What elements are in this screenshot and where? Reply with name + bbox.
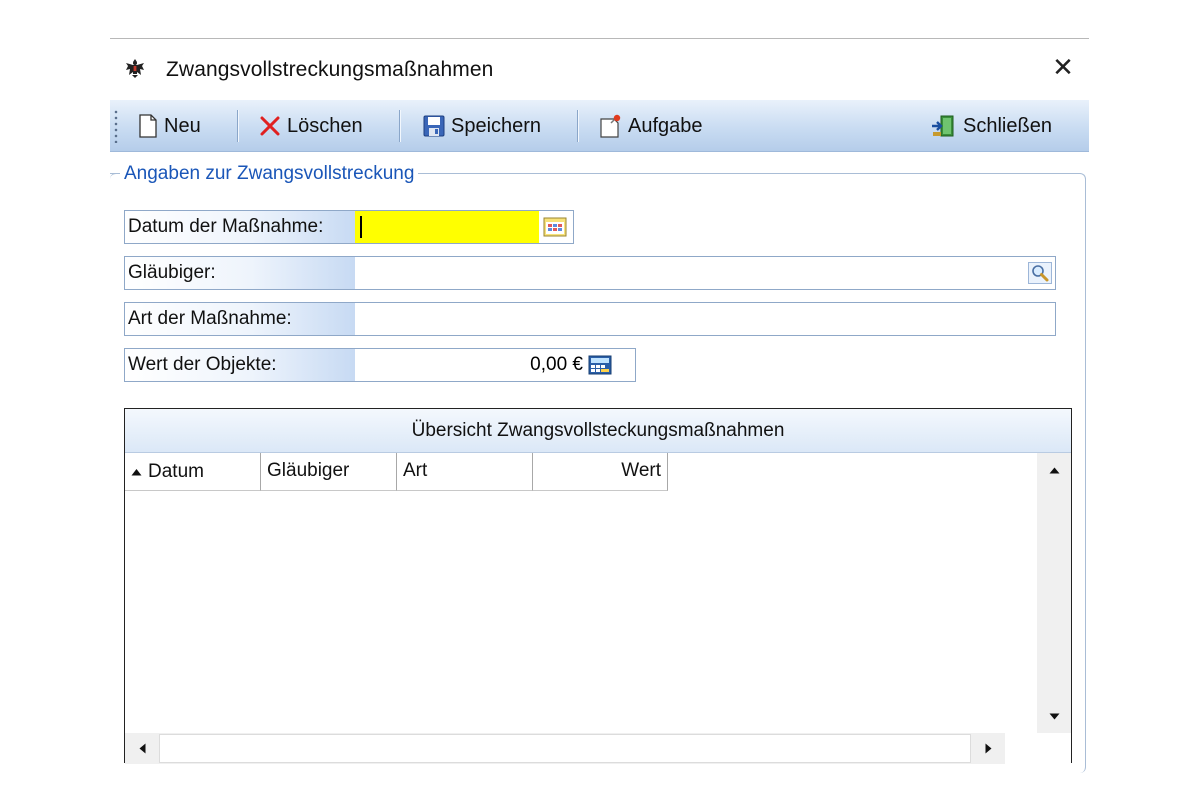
- scroll-thumb[interactable]: [159, 734, 971, 763]
- overview-grid: Übersicht Zwangsvollsteckungsmaßnahmen D…: [124, 408, 1072, 764]
- eagle-icon: [126, 59, 144, 78]
- calendar-icon[interactable]: [543, 216, 567, 238]
- type-label: Art der Maßnahme:: [125, 303, 355, 335]
- column-header-label: Datum: [148, 460, 204, 482]
- arrow-right-icon: [985, 743, 991, 754]
- column-header-wert[interactable]: Wert: [533, 453, 668, 491]
- type-field-row: Art der Maßnahme:: [124, 302, 1056, 336]
- column-header-art[interactable]: Art: [397, 453, 533, 491]
- toolbar-separator: [577, 110, 578, 142]
- delete-button[interactable]: Löschen: [259, 109, 363, 143]
- creditor-field-row: Gläubiger:: [124, 256, 1056, 290]
- scroll-right-button[interactable]: [971, 733, 1005, 764]
- arrow-down-icon: [1049, 713, 1059, 719]
- arrow-up-icon: [1049, 467, 1059, 473]
- column-header-glaeubiger[interactable]: Gläubiger: [261, 453, 397, 491]
- toolbar-separator: [399, 110, 400, 142]
- scroll-down-button[interactable]: [1037, 699, 1071, 733]
- search-icon[interactable]: [1028, 262, 1052, 284]
- grid-caption: Übersicht Zwangsvollsteckungsmaßnahmen: [125, 409, 1071, 453]
- date-label: Datum der Maßnahme:: [125, 211, 355, 243]
- close-window-button[interactable]: ✕: [1049, 53, 1077, 81]
- close-button[interactable]: Schließen: [931, 109, 1052, 143]
- close-button-label: Schließen: [963, 114, 1052, 137]
- group-legend: Angaben zur Zwangsvollstreckung: [120, 163, 419, 185]
- task-pin-icon: [600, 114, 621, 138]
- creditor-input[interactable]: [355, 257, 1055, 289]
- exit-door-icon: [932, 115, 954, 137]
- scroll-left-button[interactable]: [125, 733, 159, 764]
- sort-ascending-icon: [131, 468, 142, 475]
- new-button-label: Neu: [164, 114, 201, 137]
- grid-header-row: Datum Gläubiger Art Wert: [125, 453, 668, 491]
- creditor-label: Gläubiger:: [125, 257, 355, 289]
- delete-button-label: Löschen: [287, 114, 363, 137]
- toolbar-grip[interactable]: [114, 109, 118, 143]
- new-document-icon: [139, 114, 157, 138]
- column-header-datum[interactable]: Datum: [125, 453, 261, 491]
- date-input[interactable]: [355, 211, 573, 243]
- task-button-label: Aufgabe: [628, 114, 703, 137]
- value-field-row: Wert der Objekte: 0,00 €: [124, 348, 636, 382]
- delete-x-icon: [260, 116, 280, 136]
- new-button[interactable]: Neu: [138, 109, 201, 143]
- arrow-left-icon: [139, 743, 145, 754]
- floppy-disk-icon: [423, 115, 445, 137]
- save-button-label: Speichern: [451, 114, 542, 137]
- toolbar-separator: [237, 110, 238, 142]
- toolbar: Neu Löschen Speichern Aufgabe Schließen: [110, 100, 1089, 152]
- scroll-up-button[interactable]: [1037, 453, 1071, 487]
- value-label: Wert der Objekte:: [125, 349, 355, 381]
- title-bar: Zwangsvollstreckungsmaßnahmen ✕: [110, 39, 1089, 99]
- type-input[interactable]: [355, 303, 1055, 335]
- save-button[interactable]: Speichern: [423, 109, 541, 143]
- calculator-icon[interactable]: [588, 354, 612, 376]
- value-amount: 0,00 €: [530, 354, 583, 375]
- value-input[interactable]: 0,00 €: [355, 349, 635, 381]
- vertical-scrollbar[interactable]: [1037, 453, 1071, 733]
- window-title: Zwangsvollstreckungsmaßnahmen: [166, 58, 494, 81]
- dialog-window: Zwangsvollstreckungsmaßnahmen ✕ Neu Lösc…: [110, 38, 1089, 773]
- horizontal-scrollbar[interactable]: [125, 733, 1005, 764]
- date-field-row: Datum der Maßnahme:: [124, 210, 574, 244]
- text-caret: [360, 216, 362, 238]
- task-button[interactable]: Aufgabe: [598, 109, 703, 143]
- date-input-box[interactable]: [355, 211, 539, 243]
